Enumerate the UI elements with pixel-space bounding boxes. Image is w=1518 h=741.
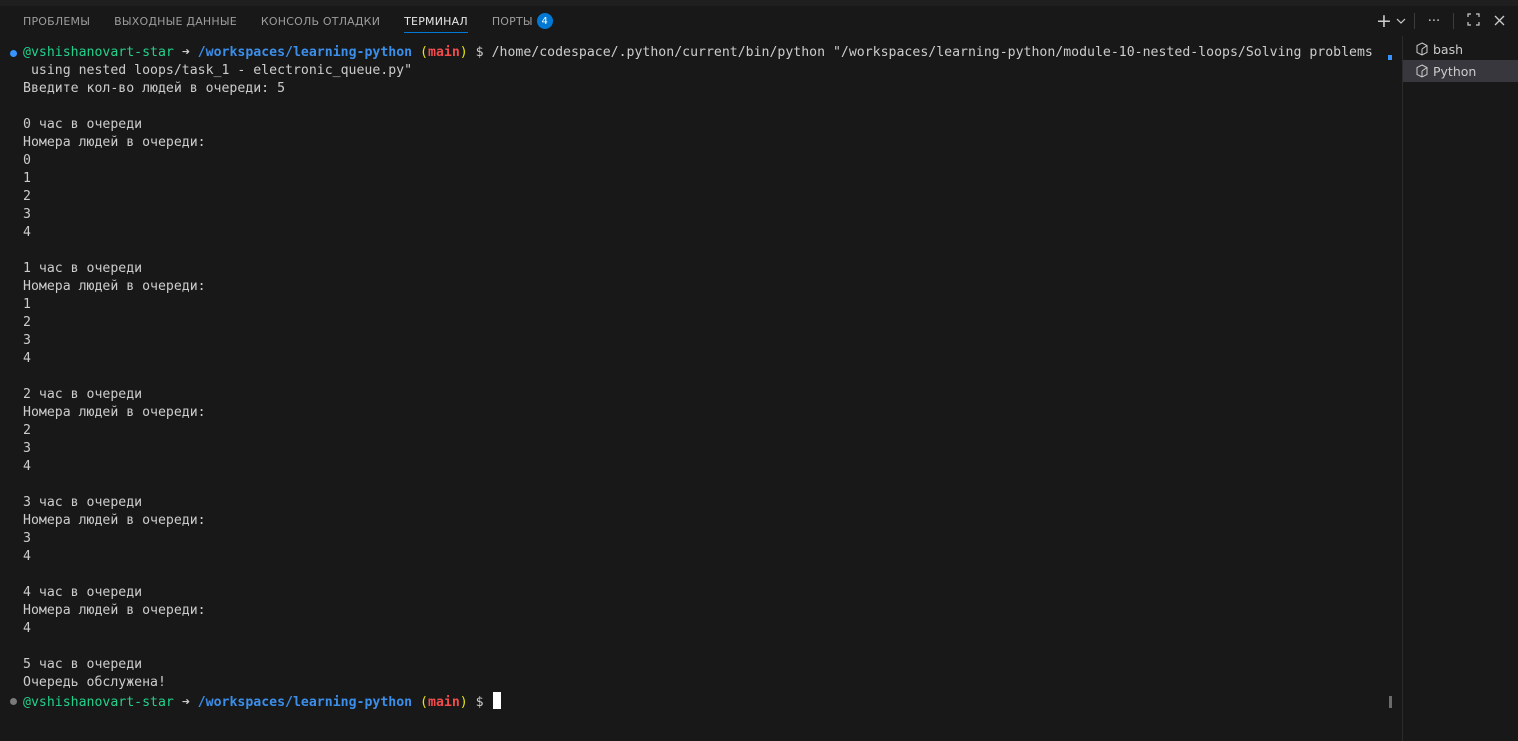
prompt-arrow: ➜ bbox=[181, 695, 190, 710]
terminal-list: bash Python bbox=[1402, 36, 1518, 741]
tab-label: КОНСОЛЬ ОТЛАДКИ bbox=[260, 14, 381, 28]
output-line: 1 час в очереди bbox=[23, 261, 143, 276]
output-lines: Введите кол-во людей в очереди: 5 0 час в… bbox=[0, 80, 1390, 692]
output-line: 3 час в очереди bbox=[23, 495, 143, 510]
tab-ports[interactable]: ПОРТЫ 4 bbox=[492, 6, 553, 36]
tab-problems[interactable]: ПРОБЛЕМЫ bbox=[23, 6, 90, 36]
terminal-output[interactable]: @vshishanovart-star ➜ /workspaces/learni… bbox=[0, 44, 1390, 734]
terminal-scrollbar[interactable] bbox=[1389, 52, 1393, 712]
output-line: Номера людей в очереди: bbox=[23, 279, 206, 294]
prompt-arrow: ➜ bbox=[181, 45, 190, 60]
prompt-line-current: @vshishanovart-star ➜ /workspaces/learni… bbox=[0, 692, 1390, 710]
scrollbar-thumb[interactable] bbox=[1389, 696, 1392, 708]
command-decoration-icon[interactable] bbox=[10, 698, 17, 705]
output-line: 4 bbox=[23, 621, 31, 636]
prompt-user: @vshishanovart-star bbox=[23, 695, 174, 710]
output-line: 3 bbox=[23, 441, 31, 456]
divider bbox=[1453, 13, 1454, 29]
prompt-paren-close: ) bbox=[459, 45, 468, 60]
prompt-path: /workspaces/learning-python bbox=[197, 45, 413, 60]
prompt-symbol: $ bbox=[475, 695, 484, 710]
tab-label: ВЫХОДНЫЕ ДАННЫЕ bbox=[114, 14, 237, 28]
prompt-user: @vshishanovart-star bbox=[23, 45, 174, 60]
output-line: 4 час в очереди bbox=[23, 585, 143, 600]
terminal-item-bash[interactable]: bash bbox=[1403, 38, 1518, 60]
prompt-line: @vshishanovart-star ➜ /workspaces/learni… bbox=[0, 44, 1390, 62]
maximize-icon[interactable] bbox=[1460, 12, 1486, 30]
output-line: 2 bbox=[23, 423, 31, 438]
output-line: Номера людей в очереди: bbox=[23, 513, 206, 528]
prompt-branch: main bbox=[428, 45, 460, 60]
tab-label: ПРОБЛЕМЫ bbox=[23, 14, 91, 28]
panel-header: ПРОБЛЕМЫ ВЫХОДНЫЕ ДАННЫЕ КОНСОЛЬ ОТЛАДКИ… bbox=[0, 6, 1518, 36]
output-line: Номера людей в очереди: bbox=[23, 405, 206, 420]
tab-output[interactable]: ВЫХОДНЫЕ ДАННЫЕ bbox=[114, 6, 237, 36]
output-line: 1 bbox=[23, 171, 31, 186]
output-line: 4 bbox=[23, 459, 31, 474]
plus-icon[interactable]: + bbox=[1374, 10, 1394, 32]
terminal-item-label: bash bbox=[1433, 41, 1464, 57]
output-line: 5 час в очереди bbox=[23, 657, 143, 672]
terminal-icon bbox=[1415, 42, 1429, 56]
output-line: 4 bbox=[23, 549, 31, 564]
scrollbar-marker bbox=[1388, 55, 1392, 60]
output-line: 2 bbox=[23, 315, 31, 330]
command-decoration-icon[interactable] bbox=[10, 50, 17, 57]
output-line: Очередь обслужена! bbox=[23, 675, 166, 690]
prompt-paren-open: ( bbox=[420, 45, 428, 60]
prompt-paren-close: ) bbox=[459, 695, 468, 710]
output-line: 3 bbox=[23, 207, 31, 222]
tab-label: ПОРТЫ bbox=[491, 14, 533, 28]
output-line: Номера людей в очереди: bbox=[23, 135, 206, 150]
output-line: 1 bbox=[23, 297, 31, 312]
tab-label: ТЕРМИНАЛ bbox=[404, 14, 468, 28]
output-line: Введите кол-во людей в очереди: 5 bbox=[23, 81, 286, 96]
terminal-cursor bbox=[492, 692, 501, 709]
output-line: Номера людей в очереди: bbox=[23, 603, 206, 618]
ports-count-badge: 4 bbox=[536, 13, 553, 29]
tab-debug-console[interactable]: КОНСОЛЬ ОТЛАДКИ bbox=[261, 6, 380, 36]
output-line: 3 bbox=[23, 531, 31, 546]
panel-actions: + ··· bbox=[1374, 6, 1518, 36]
terminal-item-python[interactable]: Python bbox=[1403, 60, 1518, 82]
prompt-paren-open: ( bbox=[420, 695, 428, 710]
output-line: 4 bbox=[23, 225, 31, 240]
prompt-symbol: $ bbox=[475, 45, 484, 60]
output-line: 4 bbox=[23, 351, 31, 366]
output-line: 0 bbox=[23, 153, 31, 168]
output-line: 3 bbox=[23, 333, 31, 348]
divider bbox=[1414, 13, 1415, 29]
close-icon[interactable] bbox=[1486, 12, 1512, 30]
more-icon[interactable]: ··· bbox=[1421, 14, 1447, 29]
command-continuation: using nested loops/task_1 - electronic_q… bbox=[23, 63, 413, 78]
prompt-branch: main bbox=[428, 695, 460, 710]
terminal-item-label: Python bbox=[1433, 63, 1477, 79]
output-line: 2 час в очереди bbox=[23, 387, 143, 402]
command-text: /home/codespace/.python/current/bin/pyth… bbox=[491, 45, 1373, 60]
chevron-down-icon[interactable] bbox=[1394, 12, 1408, 30]
output-line: 2 bbox=[23, 189, 31, 204]
prompt-path: /workspaces/learning-python bbox=[197, 695, 413, 710]
panel-tabs: ПРОБЛЕМЫ ВЫХОДНЫЕ ДАННЫЕ КОНСОЛЬ ОТЛАДКИ… bbox=[23, 6, 577, 36]
tab-terminal[interactable]: ТЕРМИНАЛ bbox=[404, 6, 468, 36]
terminal-icon bbox=[1415, 64, 1429, 78]
output-line: 0 час в очереди bbox=[23, 117, 143, 132]
